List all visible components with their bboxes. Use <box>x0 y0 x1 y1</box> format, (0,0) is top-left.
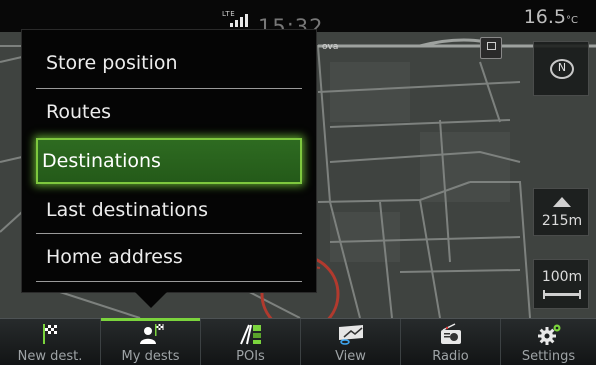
menu-item-label: Last destinations <box>46 199 208 221</box>
checkered-flag-icon <box>43 324 57 344</box>
menu-pointer <box>135 292 167 308</box>
altitude-display[interactable]: 215m <box>533 188 589 236</box>
menu-item-store-position[interactable]: Store position <box>36 40 302 86</box>
scale-bar-icon <box>543 290 581 299</box>
signal-strength-icon <box>230 14 248 27</box>
compass-letter: N <box>557 61 567 74</box>
altitude-mountain-icon <box>553 197 571 207</box>
tab-label: Radio <box>432 349 469 364</box>
tab-view[interactable]: View <box>300 319 400 365</box>
tab-label: View <box>335 349 366 364</box>
outside-temperature: 16.5°C <box>524 6 578 28</box>
tab-label: My dests <box>121 349 180 364</box>
gear-icon <box>537 324 560 345</box>
tab-my-dests[interactable]: My dests <box>100 318 200 365</box>
bottom-nav-bar: New dest. My dests POIs View Radio Setti… <box>0 318 596 365</box>
status-bar: LTE 15:32 16.5°C <box>0 0 596 39</box>
temperature-value: 16.5 <box>523 6 567 28</box>
menu-item-label: Routes <box>46 101 112 123</box>
menu-item-label: Store position <box>46 52 178 74</box>
my-dests-menu: Store position Routes Destinations Last … <box>21 29 317 293</box>
tab-label: POIs <box>236 349 265 364</box>
tab-label: New dest. <box>17 349 83 364</box>
road-label: ova <box>322 42 339 52</box>
tab-label: Settings <box>521 349 576 364</box>
map-view-icon <box>338 325 363 345</box>
map-scale-value: 100m <box>541 269 583 285</box>
menu-item-label: Destinations <box>42 150 161 172</box>
tab-settings[interactable]: Settings <box>500 319 596 365</box>
person-flag-icon <box>139 324 163 344</box>
menu-item-label: Home address <box>46 246 183 268</box>
menu-item-routes[interactable]: Routes <box>36 89 302 135</box>
temperature-unit: °C <box>566 15 578 26</box>
altitude-value: 215m <box>541 213 583 229</box>
menu-item-last-destinations[interactable]: Last destinations <box>36 187 302 233</box>
menu-item-home-address[interactable]: Home address <box>36 234 302 280</box>
map-scale-button[interactable]: 100m <box>533 259 589 309</box>
fuel-station-icon <box>480 37 502 59</box>
radio-icon <box>440 323 461 344</box>
tab-new-dest[interactable]: New dest. <box>0 319 100 365</box>
poi-icon <box>239 324 261 345</box>
compass-button[interactable]: N <box>533 41 589 96</box>
tab-radio[interactable]: Radio <box>400 319 500 365</box>
menu-divider <box>36 281 302 282</box>
tab-pois[interactable]: POIs <box>200 319 300 365</box>
menu-item-destinations[interactable]: Destinations <box>36 138 302 184</box>
